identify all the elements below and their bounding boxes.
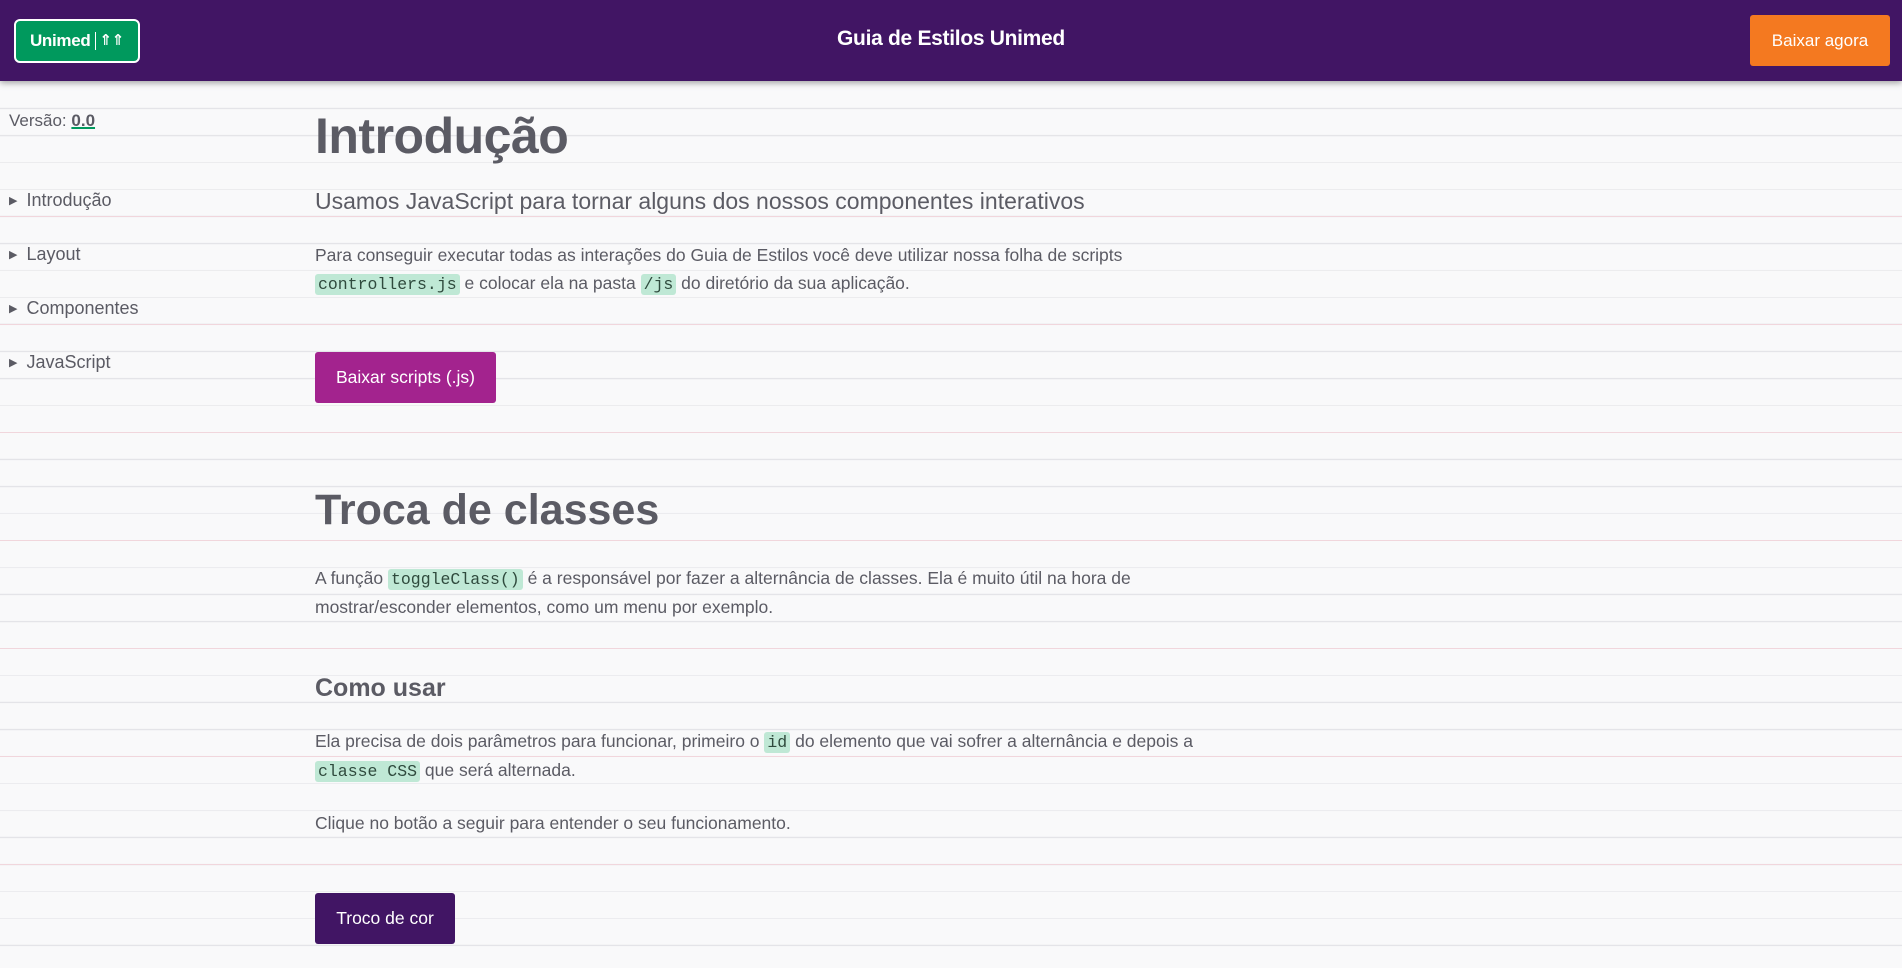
caret-right-icon: ▶	[9, 303, 18, 315]
change-color-button[interactable]: Troco de cor	[315, 893, 455, 944]
baseline-rule	[0, 648, 1902, 649]
usage-text: que será alternada.	[420, 759, 576, 780]
code-id: id	[764, 732, 791, 753]
baseline-rule	[0, 864, 1902, 865]
sidebar-item-label: Layout	[26, 244, 81, 264]
caret-right-icon: ▶	[9, 195, 18, 207]
code-js-folder: /js	[640, 273, 677, 295]
top-bar: Unimed ⇑⇑ Guia de Estilos Unimed Baixar …	[0, 0, 1902, 81]
intro-text: do diretório da sua aplicação.	[676, 272, 910, 293]
code-controllers: controllers.js	[315, 273, 460, 295]
page-title: Guia de Estilos Unimed	[837, 27, 1065, 50]
click-hint: Clique no botão a seguir para entender o…	[315, 813, 791, 833]
intro-paragraph: Para conseguir executar todas as interaç…	[315, 242, 1215, 298]
sidebar-item-javascript[interactable]: ▶ JavaScript	[9, 352, 111, 373]
sidebar-item-componentes[interactable]: ▶ Componentes	[9, 298, 139, 319]
code-classe-css: classe CSS	[315, 760, 421, 782]
section-heading-troca-de-classes: Troca de classes	[315, 486, 660, 534]
caret-right-icon: ▶	[9, 357, 18, 369]
caret-right-icon: ▶	[9, 249, 18, 261]
version-label: Versão:	[9, 111, 67, 130]
version-value: 0.0	[71, 111, 96, 130]
baseline-rule	[0, 432, 1902, 433]
download-scripts-button[interactable]: Baixar scripts (.js)	[315, 352, 496, 403]
sidebar-item-layout[interactable]: ▶ Layout	[9, 244, 81, 265]
download-now-button[interactable]: Baixar agora	[1750, 15, 1890, 66]
baseline-rule	[0, 216, 1902, 217]
intro-text: Para conseguir executar todas as interaç…	[315, 245, 1123, 265]
toggle-paragraph: A função toggleClass() é a responsável p…	[315, 565, 1215, 621]
usage-paragraph: Ela precisa de dois parâmetros para func…	[315, 728, 1215, 785]
sidebar-item-label: Introdução	[26, 190, 112, 210]
baseline-rule	[0, 540, 1902, 541]
code-toggleclass: toggleClass()	[387, 569, 523, 590]
lead-text: Usamos JavaScript para tornar alguns dos…	[315, 188, 1085, 214]
version-info: Versão: 0.0	[9, 111, 95, 131]
intro-text: e colocar ela na pasta	[459, 272, 641, 293]
sidebar-item-introducao[interactable]: ▶ Introdução	[9, 190, 112, 211]
subsection-heading-como-usar: Como usar	[315, 674, 446, 702]
usage-text: Ela precisa de dois parâmetros para func…	[315, 731, 765, 751]
sidebar-item-label: JavaScript	[26, 352, 111, 372]
section-heading-introducao: Introdução	[315, 108, 569, 164]
baseline-rule	[0, 324, 1902, 325]
sidebar-item-label: Componentes	[26, 298, 139, 318]
usage-text: do elemento que vai sofrer a alternância…	[790, 731, 1193, 751]
toggle-text: A função	[315, 568, 388, 588]
